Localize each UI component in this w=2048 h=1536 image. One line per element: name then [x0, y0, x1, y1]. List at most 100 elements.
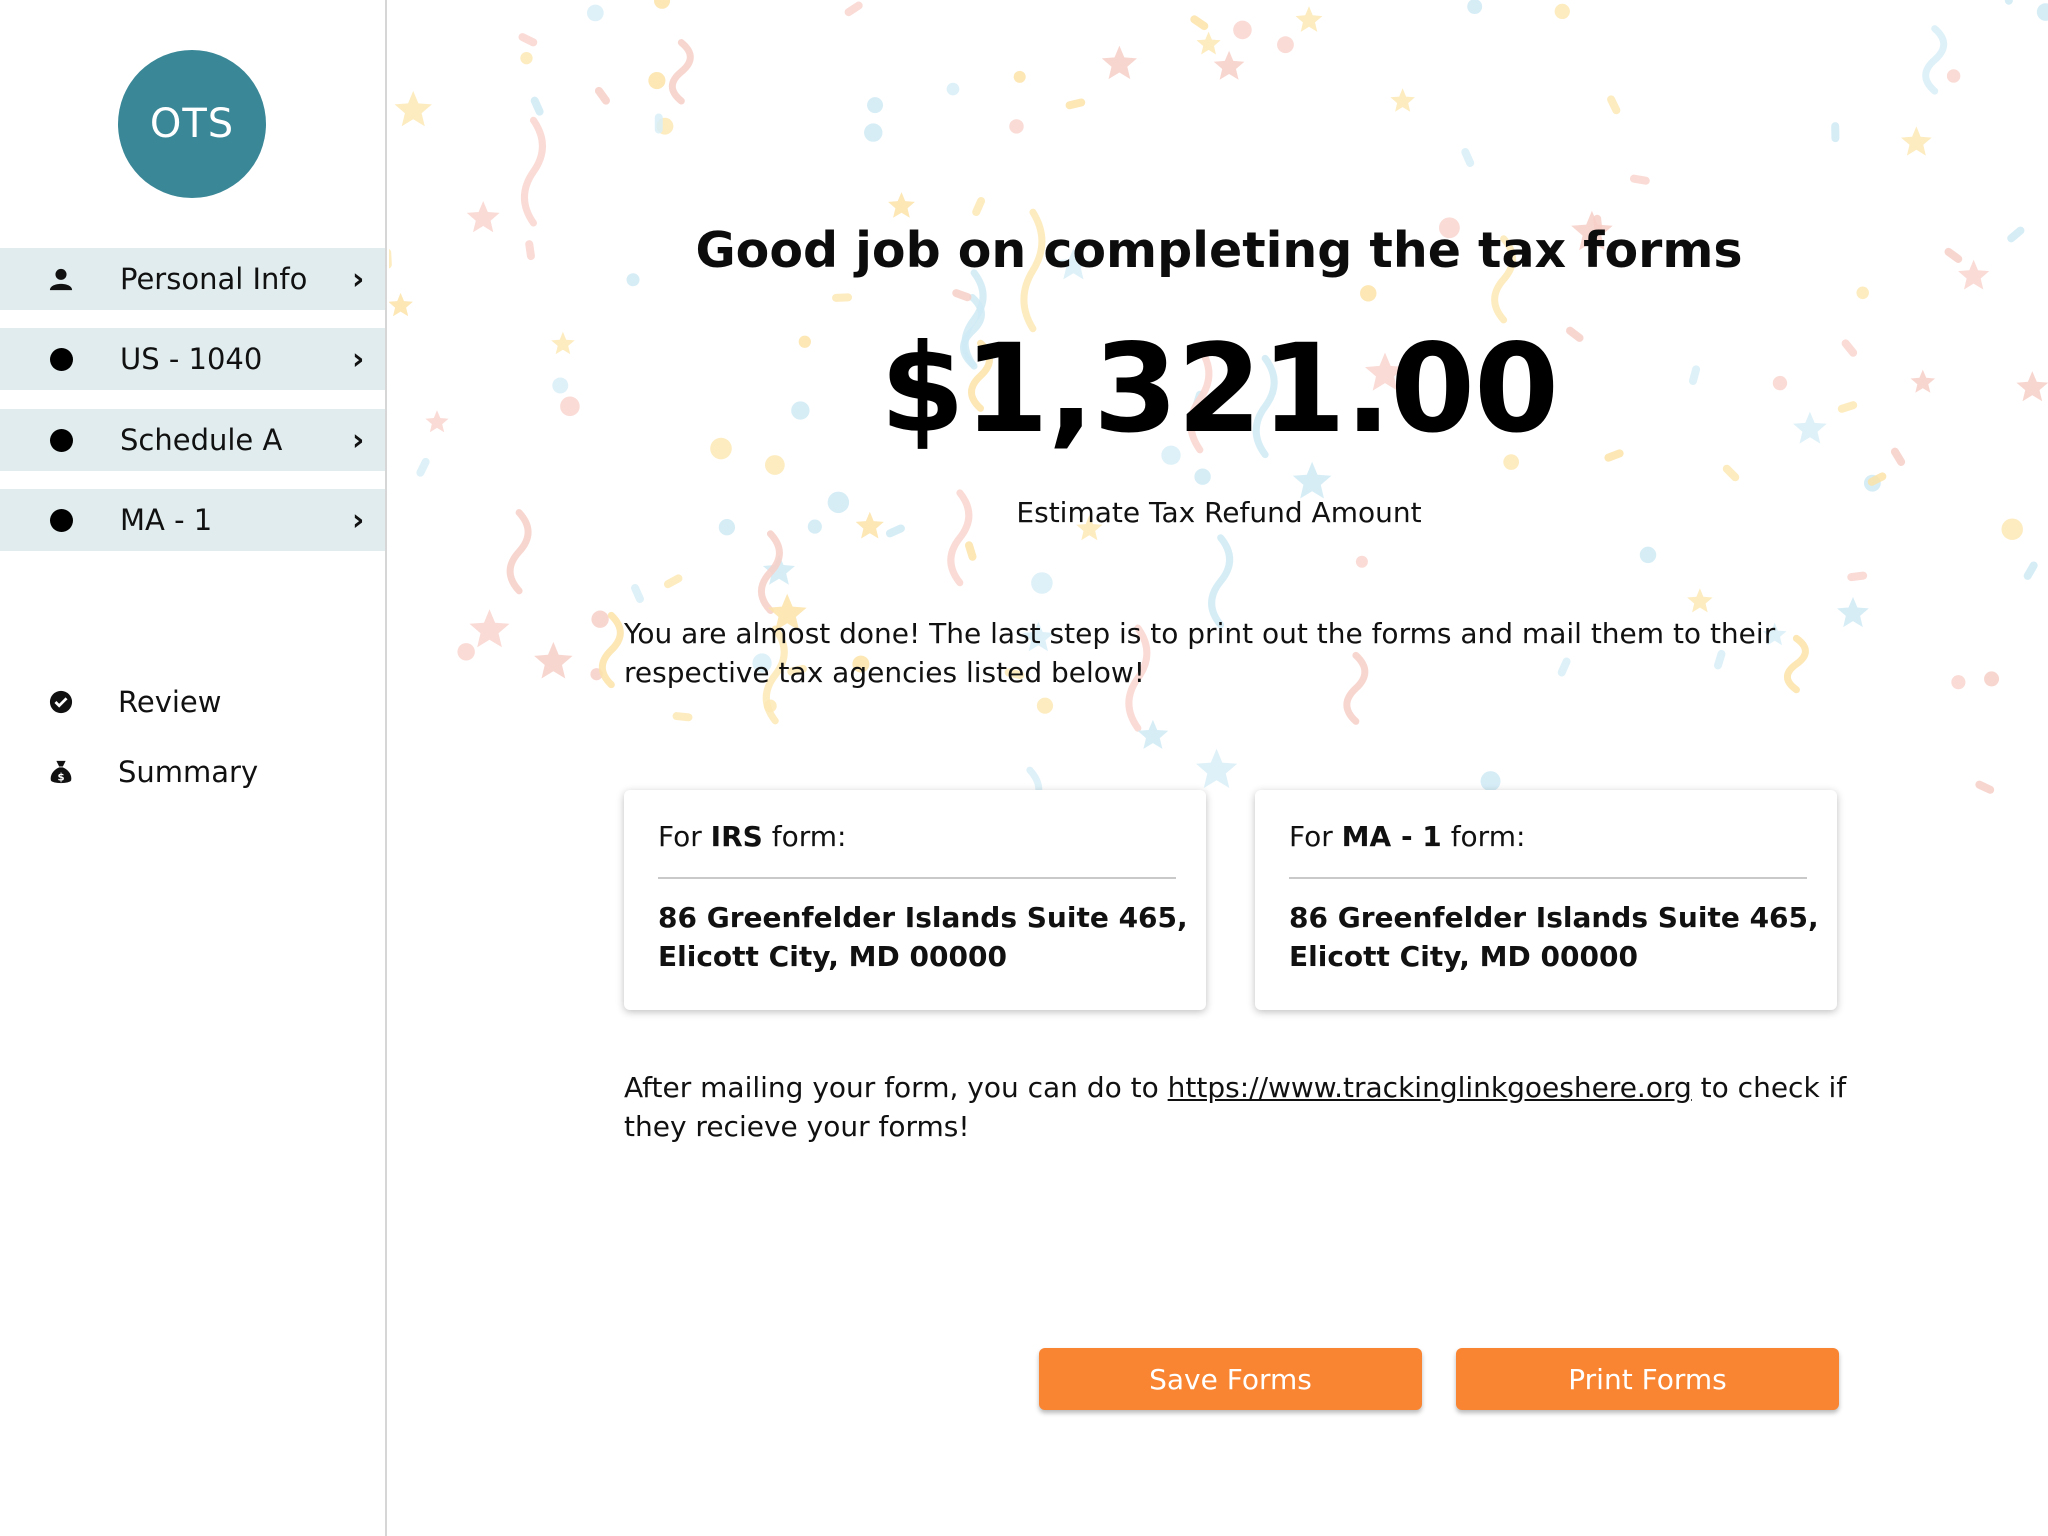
confetti-dot [1863, 474, 1881, 492]
confetti-star [1213, 50, 1245, 80]
confetti-streamer [1208, 534, 1234, 629]
chevron-right-icon: › [352, 422, 365, 458]
card-divider [1289, 877, 1807, 879]
confetti-streamer [520, 116, 546, 227]
address-line-1: 86 Greenfelder Islands Suite 465, [1289, 901, 1819, 934]
confetti-piece [389, 248, 392, 269]
logo-text: OTS [149, 101, 235, 147]
confetti-dot [1951, 675, 1966, 690]
card-divider [658, 877, 1176, 879]
confetti-star [466, 201, 500, 233]
card-heading: For IRS form: [658, 820, 847, 853]
sidebar: OTS Personal Info › US - 1040 › Schedule… [0, 0, 387, 1536]
confetti-star [1101, 45, 1137, 80]
confetti-star [394, 90, 432, 127]
confetti-star [1390, 88, 1415, 112]
dot-icon [49, 347, 73, 371]
confetti-piece [1461, 148, 1475, 167]
confetti-piece [654, 113, 663, 134]
confetti-star [762, 554, 795, 585]
chevron-right-icon: › [352, 261, 365, 297]
confetti-piece [631, 584, 644, 603]
confetti-piece [1722, 464, 1740, 482]
money-bag-icon: $ [49, 760, 73, 784]
confetti-piece [672, 712, 693, 722]
confetti-piece [2007, 226, 2025, 243]
tracking-link[interactable]: https://www.trackinglinkgoeshere.org [1168, 1071, 1692, 1104]
confetti-star [2016, 371, 2048, 402]
confetti-dot [867, 97, 884, 114]
confetti-dot [1480, 771, 1501, 792]
confetti-piece [832, 293, 853, 302]
sidebar-item-label: Personal Info [120, 262, 308, 296]
confetti-piece [416, 457, 430, 477]
confetti-dot [763, 699, 777, 713]
confetti-piece [1867, 472, 1887, 486]
confetti-star [1793, 411, 1827, 444]
confetti-dot [1554, 3, 1570, 20]
confetti-piece [518, 33, 538, 47]
confetti-star [1901, 126, 1932, 156]
confetti-piece [1831, 122, 1840, 143]
confetti-piece [1607, 95, 1621, 115]
confetti-star [469, 609, 510, 648]
address-line-2: Elicott City, MD 00000 [658, 940, 1007, 973]
confetti-dot [1009, 119, 1024, 134]
confetti-piece [844, 1, 863, 17]
confetti-piece [1890, 447, 1906, 466]
sidebar-link-summary[interactable]: $ Summary [0, 747, 385, 797]
confetti-piece [594, 86, 610, 105]
sidebar-link-label: Review [118, 685, 222, 719]
confetti-piece [1847, 571, 1868, 582]
save-forms-button[interactable]: Save Forms [1039, 1348, 1422, 1410]
confetti-star [389, 292, 413, 317]
confetti-piece [1837, 401, 1858, 413]
chevron-right-icon: › [352, 341, 365, 377]
confetti-streamer [668, 39, 694, 105]
confetti-star [1137, 719, 1169, 749]
confetti-streamer [598, 611, 624, 689]
sidebar-item-ma-1[interactable]: MA - 1 › [0, 489, 385, 551]
confetti-dot [1360, 285, 1377, 302]
confetti-dot [654, 0, 671, 9]
chevron-right-icon: › [352, 502, 365, 538]
sidebar-item-us-1040[interactable]: US - 1040 › [0, 328, 385, 390]
confetti-dot [1772, 375, 1788, 391]
confetti-star [888, 192, 915, 218]
confetti-dot [1467, 0, 1483, 15]
sidebar-link-review[interactable]: Review [0, 677, 385, 727]
confetti-streamer [1922, 25, 1948, 95]
confetti-piece [530, 96, 544, 116]
confetti-star [1196, 31, 1221, 55]
instructions-text: You are almost done! The last step is to… [624, 617, 1776, 689]
confetti-star [425, 410, 449, 433]
sidebar-item-schedule-a[interactable]: Schedule A › [0, 409, 385, 471]
main-content: Good job on completing the tax forms $1,… [389, 0, 2048, 1536]
irs-mailing-card: For IRS form: 86 Greenfelder Islands Sui… [624, 790, 1206, 1010]
confetti-piece [1975, 780, 1995, 794]
confetti-dot [1036, 697, 1054, 714]
confetti-piece [1841, 339, 1858, 357]
confetti-dot [1277, 36, 1294, 54]
confetti-streamer [506, 509, 532, 595]
confetti-streamer [757, 530, 783, 615]
dot-icon [49, 508, 73, 532]
confetti-piece [525, 240, 535, 261]
card-heading: For MA - 1 form: [1289, 820, 1526, 853]
dot-icon [49, 428, 73, 452]
confetti-star [1196, 748, 1238, 788]
sidebar-item-personal-info[interactable]: Personal Info › [0, 248, 385, 310]
ma-mailing-card: For MA - 1 form: 86 Greenfelder Islands … [1255, 790, 1837, 1010]
tracking-text: After mailing your form, you can do to h… [624, 1071, 1847, 1143]
confetti-dot [590, 668, 603, 681]
sidebar-item-label: Schedule A [120, 423, 283, 457]
print-forms-button[interactable]: Print Forms [1456, 1348, 1839, 1410]
confetti-piece [2003, 0, 2013, 5]
confetti-dot [560, 396, 580, 417]
confetti-dot [1946, 69, 1961, 83]
confetti-piece [2023, 561, 2038, 580]
sidebar-item-label: US - 1040 [120, 342, 263, 376]
confetti-dot [648, 71, 666, 90]
confetti-piece [965, 541, 977, 561]
confetti-star [551, 331, 575, 355]
